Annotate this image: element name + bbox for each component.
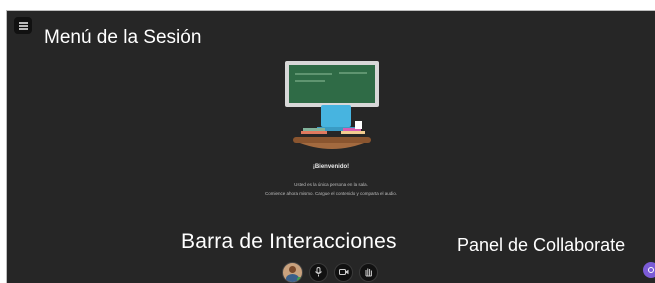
welcome-message-line2: Comience ahora mismo. Cargue el contenid… xyxy=(264,191,398,196)
microphone-button[interactable] xyxy=(309,262,328,282)
camera-button[interactable] xyxy=(334,262,353,282)
interaction-bar xyxy=(282,261,378,283)
my-status-avatar[interactable] xyxy=(282,261,303,283)
online-status-dot xyxy=(297,276,302,282)
raise-hand-button[interactable] xyxy=(359,262,378,282)
collaborate-panel-button[interactable] xyxy=(643,262,655,278)
camera-icon xyxy=(338,269,348,275)
session-menu-button[interactable] xyxy=(14,17,32,34)
microphone-icon xyxy=(315,267,322,277)
welcome-title: ¡Bienvenido! xyxy=(312,164,350,170)
avatar-head xyxy=(289,265,296,273)
interaction-bar-annotation: Barra de Interacciones xyxy=(181,230,397,253)
collaborate-panel-annotation: Panel de Collaborate xyxy=(457,235,626,255)
collaborate-session-window: Menú de la Sesión ¡Bienvenido! Usted es … xyxy=(7,11,655,283)
raise-hand-icon xyxy=(365,268,372,277)
welcome-message-line1: Usted es la única persona en la sala. xyxy=(294,182,368,187)
panel-toggle-icon xyxy=(648,267,654,273)
welcome-illustration xyxy=(285,61,379,149)
menu-icon xyxy=(18,22,28,30)
session-menu-annotation: Menú de la Sesión xyxy=(44,27,202,48)
